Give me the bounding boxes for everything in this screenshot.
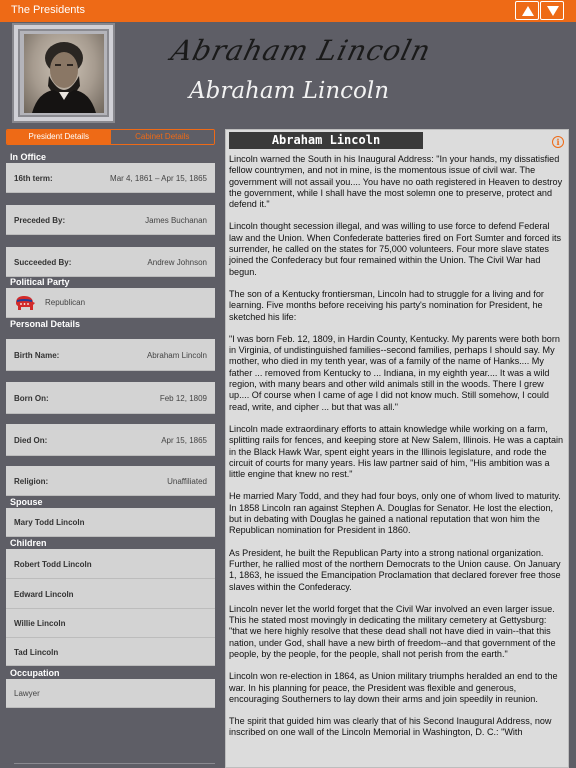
bio-paragraph: The son of a Kentucky frontiersman, Linc…: [229, 288, 544, 322]
preceded-by-value: James Buchanan: [145, 216, 207, 225]
preceded-by-row[interactable]: Preceded By: James Buchanan: [6, 205, 215, 235]
section-political-party: Political Party: [10, 277, 70, 287]
died-on-row[interactable]: Died On: Apr 15, 1865: [6, 424, 215, 456]
biography-text: Lincoln warned the South in his Inaugura…: [229, 154, 564, 750]
term-value: Mar 4, 1861 – Apr 15, 1865: [110, 174, 207, 183]
birth-name-row[interactable]: Birth Name: Abraham Lincoln: [6, 339, 215, 371]
section-spouse: Spouse: [10, 497, 43, 507]
top-bar: The Presidents: [0, 0, 576, 22]
tab-cabinet-details[interactable]: Cabinet Details: [110, 130, 214, 144]
next-president-button[interactable]: [540, 1, 564, 20]
died-on-label: Died On:: [14, 436, 48, 445]
arrow-down-icon: [547, 6, 559, 16]
spouse-name: Mary Todd Lincoln: [14, 518, 85, 527]
info-icon[interactable]: i: [552, 136, 564, 148]
bio-paragraph: Lincoln never let the world forget that …: [229, 603, 556, 659]
succeeded-by-row[interactable]: Succeeded By: Andrew Johnson: [6, 247, 215, 277]
child-row[interactable]: Edward Lincoln: [6, 579, 215, 609]
child-name: Willie Lincoln: [14, 619, 66, 628]
bio-paragraph: Lincoln made extraordinary efforts to at…: [229, 423, 564, 480]
term-row[interactable]: 16th term: Mar 4, 1861 – Apr 15, 1865: [6, 163, 215, 193]
president-name: Abraham Lincoln: [189, 78, 390, 104]
party-name: Republican: [45, 298, 86, 307]
child-row[interactable]: Tad Lincoln: [6, 638, 215, 666]
app-title: The Presidents: [11, 4, 85, 16]
section-occupation: Occupation: [10, 668, 60, 678]
president-portrait: [24, 34, 104, 113]
section-personal-details: Personal Details: [10, 319, 81, 329]
died-on-value: Apr 15, 1865: [161, 436, 207, 445]
born-on-row[interactable]: Born On: Feb 12, 1809: [6, 382, 215, 414]
detail-tabs: President Details Cabinet Details: [6, 129, 215, 145]
succeeded-by-value: Andrew Johnson: [147, 258, 207, 267]
section-children: Children: [10, 538, 47, 548]
arrow-up-icon: [522, 6, 534, 16]
bio-paragraph: As President, he built the Republican Pa…: [229, 547, 561, 592]
religion-value: Unaffiliated: [167, 477, 207, 486]
religion-row[interactable]: Religion: Unaffiliated: [6, 466, 215, 496]
succeeded-by-label: Succeeded By:: [14, 258, 72, 267]
tab-president-details[interactable]: President Details: [7, 130, 111, 144]
occupation-value: Lawyer: [14, 689, 40, 698]
president-signature: Abraham Lincoln: [167, 34, 435, 67]
birth-name-label: Birth Name:: [14, 351, 60, 360]
bio-paragraph: Lincoln thought secession illegal, and w…: [229, 221, 562, 277]
child-name: Edward Lincoln: [14, 590, 74, 599]
bio-paragraph: Lincoln won re-election in 1864, as Unio…: [229, 671, 558, 704]
section-in-office: In Office: [10, 152, 47, 162]
party-row[interactable]: Republican: [6, 288, 215, 318]
child-name: Tad Lincoln: [14, 648, 59, 657]
bio-paragraph: "I was born Feb. 12, 1809, in Hardin Cou…: [229, 333, 560, 412]
previous-president-button[interactable]: [515, 1, 539, 20]
religion-label: Religion:: [14, 477, 49, 486]
born-on-label: Born On:: [14, 394, 49, 403]
birth-name-value: Abraham Lincoln: [146, 351, 207, 360]
bio-paragraph: He married Mary Todd, and they had four …: [229, 491, 561, 536]
portrait-frame: [12, 23, 115, 123]
bio-paragraph: Lincoln warned the South in his Inaugura…: [229, 154, 563, 210]
republican-elephant-icon: [16, 296, 35, 310]
preceded-by-label: Preceded By:: [14, 216, 66, 225]
term-label: 16th term:: [14, 174, 53, 183]
born-on-value: Feb 12, 1809: [159, 394, 207, 403]
child-row[interactable]: Robert Todd Lincoln: [6, 549, 215, 579]
biography-panel[interactable]: Abraham Lincoln i Lincoln warned the Sou…: [225, 129, 569, 768]
child-row[interactable]: Willie Lincoln: [6, 609, 215, 638]
biography-title: Abraham Lincoln: [229, 132, 423, 149]
spouse-row[interactable]: Mary Todd Lincoln: [6, 508, 215, 537]
bio-paragraph: The spirit that guided him was clearly t…: [229, 716, 552, 738]
occupation-row[interactable]: Lawyer: [6, 679, 215, 708]
child-name: Robert Todd Lincoln: [14, 560, 92, 569]
divider: [14, 763, 215, 764]
